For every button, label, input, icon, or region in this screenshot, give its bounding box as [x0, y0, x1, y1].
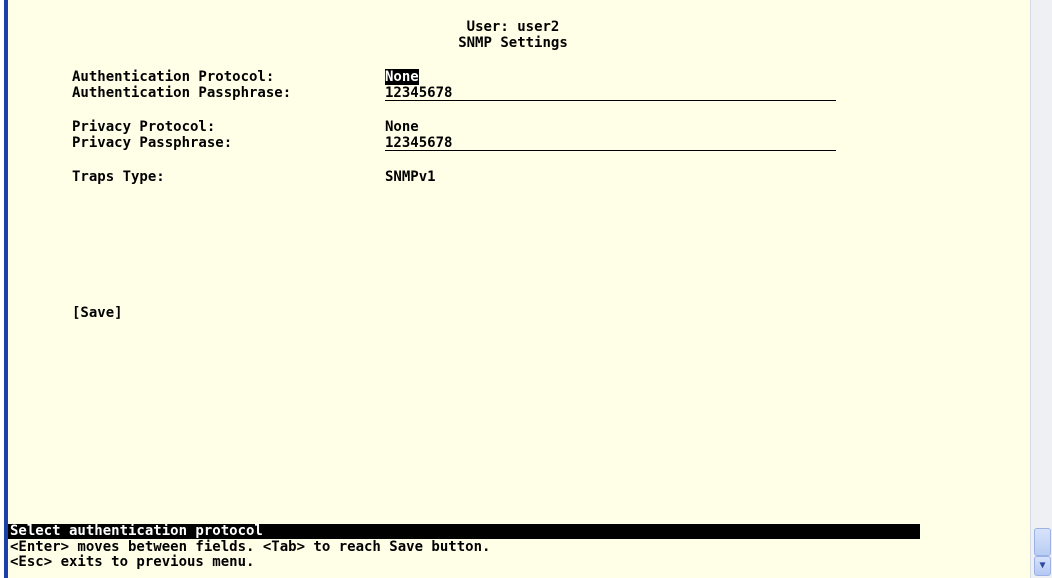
auth-protocol-value[interactable]: None [385, 69, 419, 85]
vertical-scrollbar[interactable]: ▼ [1030, 0, 1052, 578]
auth-passphrase-input[interactable]: 12345678 [385, 86, 836, 101]
scroll-down-button[interactable]: ▼ [1034, 556, 1051, 576]
auth-passphrase-label: Authentication Passphrase: [72, 85, 292, 101]
user-line: User: user2 [466, 19, 560, 35]
privacy-passphrase-label: Privacy Passphrase: [72, 135, 233, 151]
save-button[interactable]: [Save] [72, 306, 123, 320]
privacy-protocol-value[interactable]: None [385, 120, 419, 134]
privacy-protocol-label: Privacy Protocol: [72, 119, 216, 135]
page-title: SNMP Settings [458, 35, 568, 51]
terminal-screen[interactable]: User: user2 SNMP Settings Authentication… [8, 0, 1030, 578]
help-line-2: <Esc> exits to previous menu. [10, 554, 255, 570]
help-line-1: <Enter> moves between fields. <Tab> to r… [10, 539, 491, 555]
window-left-edge [0, 0, 3, 578]
chevron-down-icon: ▼ [1039, 560, 1046, 571]
traps-type-label: Traps Type: [72, 169, 165, 185]
traps-type-value[interactable]: SNMPv1 [385, 170, 436, 184]
auth-protocol-field[interactable]: None [385, 69, 419, 85]
status-bar: Select authentication protocol [8, 524, 920, 539]
auth-passphrase-field[interactable]: 12345678 [385, 86, 836, 101]
scroll-thumb[interactable] [1034, 528, 1051, 556]
privacy-passphrase-input[interactable]: 12345678 [385, 136, 836, 151]
auth-protocol-label: Authentication Protocol: [72, 69, 275, 85]
privacy-passphrase-field[interactable]: 12345678 [385, 136, 836, 151]
